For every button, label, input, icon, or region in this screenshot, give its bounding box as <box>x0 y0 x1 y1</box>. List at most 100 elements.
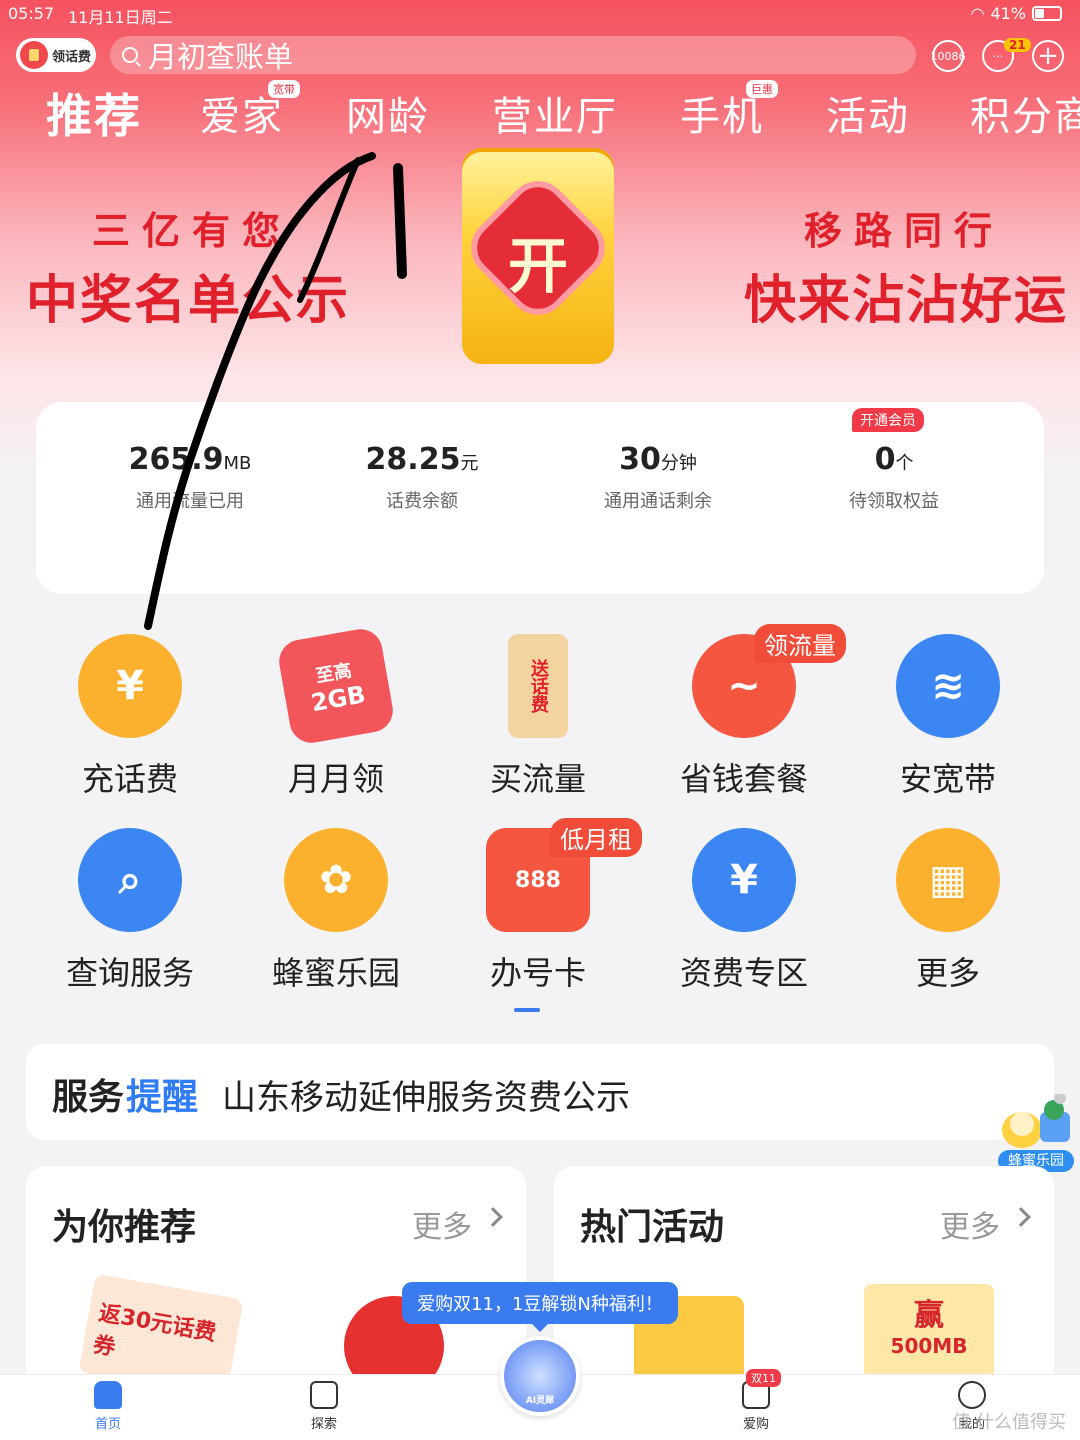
message-count-badge: 21 <box>1004 38 1031 52</box>
tab-points-mall[interactable]: 积分商 <box>970 84 1080 142</box>
banner-right-line1: 移路同行 <box>804 209 1005 253</box>
tab-service-hall[interactable]: 营业厅 <box>492 84 618 142</box>
tag-free-data: 领流量 <box>754 624 846 663</box>
stat-unit: MB <box>223 453 252 474</box>
prize-text-a: 赢 <box>914 1298 944 1333</box>
banner-left-line1: 三亿有您 <box>92 209 293 253</box>
stat-call-minutes[interactable]: 30分钟 通用通话剩余 <box>538 442 778 513</box>
watermark: 值 什么值得买 <box>952 1412 1066 1433</box>
stat-value: 28.25 <box>365 442 461 477</box>
top-bar: 领话费 月初查账单 10086 ··· 21 + <box>0 36 1080 76</box>
search-input[interactable]: 月初查账单 <box>110 36 916 74</box>
stat-benefits[interactable]: 0个 待领取权益 <box>774 442 1014 513</box>
search-card-icon: ⌕ <box>78 828 182 932</box>
notice-title-a: 服务 <box>52 1077 125 1118</box>
chevron-right-icon[interactable] <box>483 1207 503 1227</box>
battery-percent: 41% <box>990 4 1026 23</box>
ai-assistant-label: AI灵犀 <box>525 1396 555 1406</box>
coupon-text: 返30元话费券 <box>91 1301 218 1362</box>
service-query[interactable]: ⌕ 查询服务 <box>30 828 230 994</box>
stat-unit: 元 <box>460 453 479 474</box>
tag-low-rent: 低月租 <box>550 818 642 857</box>
panel-title: 为你推荐 <box>52 1207 197 1248</box>
service-label: 查询服务 <box>65 954 194 992</box>
stat-data-used[interactable]: 265.9MB 通用流量已用 <box>70 442 310 513</box>
stat-label: 话费余额 <box>386 491 458 512</box>
plus-icon[interactable]: + <box>1032 40 1064 72</box>
gift-icon <box>20 41 48 69</box>
service-label: 省钱套餐 <box>679 760 808 798</box>
service-monthly-claim[interactable]: 至高 2GB 月月领 <box>236 625 436 800</box>
stat-unit: 分钟 <box>660 453 697 474</box>
clipboard-yen-icon: ¥ <box>692 828 796 932</box>
stat-label: 通用流量已用 <box>136 491 244 512</box>
category-tabs: 推荐 爱家 宽带 网龄 营业厅 手机 巨惠 活动 积分商 <box>0 80 1080 143</box>
stat-label: 待领取权益 <box>849 491 939 512</box>
service-tariff-zone[interactable]: ¥ 资费专区 <box>644 828 844 994</box>
tab-recommend[interactable]: 推荐 <box>46 80 142 146</box>
grid-page-indicator <box>514 1008 540 1012</box>
grid-more-icon: ▦ <box>896 828 1000 932</box>
notice-title-b: 提醒 <box>126 1077 199 1118</box>
person-icon <box>958 1381 986 1409</box>
stat-value: 0 <box>874 442 896 477</box>
service-notice[interactable]: 服务 提醒 山东移动延伸服务资费公示 <box>26 1044 1054 1140</box>
nav-home[interactable]: 首页 <box>68 1381 148 1432</box>
home-icon <box>94 1381 122 1409</box>
tab-tenure[interactable]: 网龄 <box>346 84 430 142</box>
service-buy-data[interactable]: 送话费 买流量 <box>438 634 638 800</box>
battery-icon <box>1032 6 1062 21</box>
bee-icon: ✿ <box>284 828 388 932</box>
tab-badge-broadband: 宽带 <box>268 80 300 98</box>
service-label: 更多 <box>915 954 980 992</box>
service-label: 办号卡 <box>489 954 586 992</box>
vip-tag[interactable]: 开通会员 <box>852 408 924 432</box>
banner-left-line2: 中奖名单公示 <box>26 271 351 331</box>
chevron-right-icon[interactable] <box>1011 1207 1031 1227</box>
hotline-label: 10086 <box>930 49 966 63</box>
banner-right-line2: 快来沾沾好运 <box>744 271 1069 331</box>
service-broadband[interactable]: ≋ 安宽带 <box>848 634 1048 800</box>
service-recharge[interactable]: ¥ 充话费 <box>30 634 230 800</box>
bee-mascot-icon <box>1002 1092 1070 1148</box>
nav-label: 爱购 <box>742 1417 769 1432</box>
nav-shop[interactable]: 爱购 <box>716 1381 796 1432</box>
stat-label: 通用通话剩余 <box>604 491 712 512</box>
topup-label: 领话费 <box>52 49 92 65</box>
tab-badge-deal: 巨惠 <box>746 80 778 98</box>
data-prize-image[interactable]: 赢 500MB <box>864 1284 994 1384</box>
hotline-icon[interactable]: 10086 <box>930 40 966 72</box>
search-icon <box>122 47 138 63</box>
panel-more-link[interactable]: 更多 <box>940 1202 1000 1246</box>
service-more[interactable]: ▦ 更多 <box>848 828 1048 994</box>
topup-button[interactable]: 领话费 <box>16 38 96 72</box>
play-icon <box>310 1381 338 1409</box>
stat-value: 30 <box>619 442 661 477</box>
ai-assistant-avatar[interactable]: AI灵犀 <box>500 1336 580 1416</box>
search-placeholder: 月初查账单 <box>148 40 294 74</box>
status-date: 11月11日周二 <box>68 8 173 27</box>
red-packet-icon: 至高 2GB <box>275 625 397 747</box>
prize-text-b: 500MB <box>890 1334 968 1358</box>
nav-explore[interactable]: 探索 <box>284 1381 364 1432</box>
status-right: ◠ 41% <box>970 4 1062 23</box>
service-label: 买流量 <box>489 760 586 798</box>
stat-balance[interactable]: 28.25元 话费余额 <box>302 442 542 513</box>
nav-label: 探索 <box>310 1417 337 1432</box>
service-label: 蜂蜜乐园 <box>271 954 400 992</box>
promo-bubble[interactable]: 爱购双11，1豆解锁N种福利！ <box>402 1282 678 1332</box>
notice-text: 山东移动延伸服务资费公示 <box>222 1078 630 1118</box>
nav-label: 首页 <box>94 1417 121 1432</box>
gift-bag-icon: 送话费 <box>508 634 568 738</box>
service-label: 充话费 <box>81 760 178 798</box>
open-card-icon[interactable]: 开 <box>458 148 618 364</box>
open-card-text: 开 <box>508 232 568 302</box>
service-label: 资费专区 <box>679 954 808 992</box>
panel-title: 热门活动 <box>580 1207 725 1248</box>
panel-more-link[interactable]: 更多 <box>412 1202 472 1246</box>
phone-yen-icon: ¥ <box>78 634 182 738</box>
tab-activities[interactable]: 活动 <box>826 84 910 142</box>
service-label: 安宽带 <box>899 760 996 798</box>
service-bee-park[interactable]: ✿ 蜂蜜乐园 <box>236 828 436 994</box>
stat-unit: 个 <box>895 453 914 474</box>
